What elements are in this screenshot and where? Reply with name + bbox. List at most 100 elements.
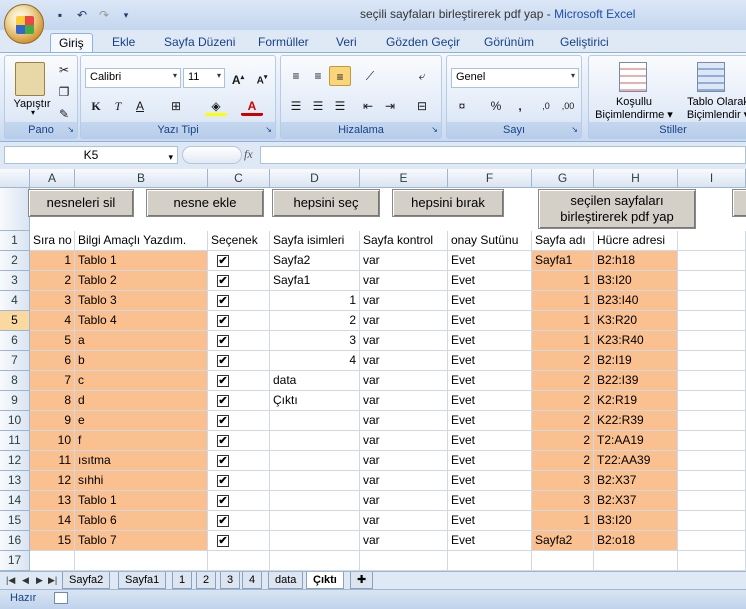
sira-no-cell[interactable]: 14 xyxy=(30,511,75,531)
formula-input[interactable] xyxy=(260,146,746,164)
sayfa-isimleri-cell[interactable]: Sayfa1 xyxy=(270,271,360,291)
align-right-icon[interactable]: ☰ xyxy=(329,96,351,116)
onay-cell[interactable]: Evet xyxy=(448,411,532,431)
sayfa-kontrol-cell[interactable]: var xyxy=(360,411,448,431)
hucre-adresi-cell[interactable]: T2:AA19 xyxy=(594,431,678,451)
onay-cell[interactable]: Evet xyxy=(448,451,532,471)
sira-no-cell[interactable]: 1 xyxy=(30,251,75,271)
cell[interactable] xyxy=(30,551,75,571)
delete-objects-button[interactable]: nesneleri sil xyxy=(28,189,134,217)
sayfa-isimleri-cell[interactable] xyxy=(270,411,360,431)
tab-sayfa-duzeni[interactable]: Sayfa Düzeni xyxy=(156,33,243,52)
office-button[interactable] xyxy=(4,4,44,44)
cell[interactable] xyxy=(532,551,594,571)
font-dialog-launcher-icon[interactable]: ↘ xyxy=(265,122,272,138)
sayfa-isimleri-cell[interactable]: 3 xyxy=(270,331,360,351)
align-middle-icon[interactable]: ≡ xyxy=(307,66,329,86)
onay-cell[interactable]: Evet xyxy=(448,291,532,311)
onay-cell[interactable]: Evet xyxy=(448,271,532,291)
hucre-adresi-cell[interactable]: K3:R20 xyxy=(594,311,678,331)
sayfa-kontrol-cell[interactable]: var xyxy=(360,391,448,411)
format-as-table-label[interactable]: Tablo OlarakBiçimlendir ▾ xyxy=(675,96,746,122)
cell[interactable] xyxy=(678,511,746,531)
wrap-text-icon[interactable]: ⤶ xyxy=(411,66,433,86)
onay-cell[interactable]: Evet xyxy=(448,251,532,271)
sayfa-adi-cell[interactable]: 1 xyxy=(532,311,594,331)
column-header-g[interactable]: G xyxy=(532,169,594,188)
sayfa-adi-cell[interactable]: 1 xyxy=(532,291,594,311)
checkbox[interactable]: ✔ xyxy=(217,275,229,287)
paste-icon[interactable] xyxy=(15,62,45,96)
hucre-adresi-cell[interactable]: B23:I40 xyxy=(594,291,678,311)
sira-no-cell[interactable]: 13 xyxy=(30,491,75,511)
sheet-tab-5[interactable]: 3 xyxy=(220,572,241,589)
hucre-adresi-cell[interactable]: B3:I20 xyxy=(594,511,678,531)
conditional-formatting-label[interactable]: Koşullu Biçimlendirme ▾ xyxy=(591,96,677,122)
sayfa-kontrol-cell[interactable]: var xyxy=(360,351,448,371)
checkbox[interactable]: ✔ xyxy=(217,455,229,467)
secenek-cell[interactable]: ✔ xyxy=(208,251,270,271)
sira-no-cell[interactable]: 2 xyxy=(30,271,75,291)
column-header-i[interactable]: I xyxy=(678,169,746,188)
cell[interactable] xyxy=(678,351,746,371)
hucre-adresi-cell[interactable]: K22:R39 xyxy=(594,411,678,431)
sayfa-adi-cell[interactable]: 2 xyxy=(532,391,594,411)
sira-no-cell[interactable]: 11 xyxy=(30,451,75,471)
sira-no-cell[interactable]: 6 xyxy=(30,351,75,371)
header-cell[interactable]: Sıra no xyxy=(30,231,75,251)
row-header-6[interactable]: 6 xyxy=(0,331,30,351)
cell[interactable] xyxy=(75,551,208,571)
spreadsheet-grid[interactable]: A B C D E F G H I 1 2 3 4 5 6 7 8 9 10 11 12 13 14 15 16 17 Sıra n… xyxy=(0,169,746,571)
secenek-cell[interactable]: ✔ xyxy=(208,471,270,491)
decrease-indent-icon[interactable]: ⇤ xyxy=(357,96,379,116)
secenek-cell[interactable]: ✔ xyxy=(208,351,270,371)
tab-gozden-gecir[interactable]: Gözden Geçir xyxy=(378,33,468,52)
sira-no-cell[interactable]: 8 xyxy=(30,391,75,411)
bilgi-cell[interactable]: Tablo 3 xyxy=(75,291,208,311)
checkbox[interactable]: ✔ xyxy=(217,535,229,547)
hucre-adresi-cell[interactable]: B2:X37 xyxy=(594,491,678,511)
sira-no-cell[interactable]: 10 xyxy=(30,431,75,451)
copy-icon[interactable]: ❐ xyxy=(53,82,75,102)
format-as-table-icon[interactable] xyxy=(697,62,725,92)
paste-dropdown-icon[interactable]: ▾ xyxy=(31,108,35,117)
merge-pdf-button[interactable]: seçilen sayfaları birleştirerek pdf yap xyxy=(538,189,696,229)
checkbox[interactable]: ✔ xyxy=(217,375,229,387)
undo-icon[interactable]: ↶ xyxy=(74,7,90,23)
currency-icon[interactable]: ¤ xyxy=(451,96,473,116)
cell[interactable] xyxy=(678,291,746,311)
sayfa-isimleri-cell[interactable] xyxy=(270,451,360,471)
cell[interactable] xyxy=(678,251,746,271)
tab-formuller[interactable]: Formüller xyxy=(250,33,317,52)
last-sheet-icon[interactable]: ▶| xyxy=(48,575,57,586)
row-header-13[interactable]: 13 xyxy=(0,471,30,491)
bilgi-cell[interactable]: a xyxy=(75,331,208,351)
first-sheet-icon[interactable]: |◀ xyxy=(6,575,15,586)
onay-cell[interactable]: Evet xyxy=(448,391,532,411)
bilgi-cell[interactable]: f xyxy=(75,431,208,451)
insert-sheet-icon[interactable]: ✚ xyxy=(350,572,374,589)
checkbox[interactable]: ✔ xyxy=(217,335,229,347)
sayfa-kontrol-cell[interactable]: var xyxy=(360,511,448,531)
sayfa-adi-cell[interactable]: 2 xyxy=(532,451,594,471)
row-header-10[interactable]: 10 xyxy=(0,411,30,431)
bilgi-cell[interactable]: d xyxy=(75,391,208,411)
sira-no-cell[interactable]: 9 xyxy=(30,411,75,431)
sayfa-kontrol-cell[interactable]: var xyxy=(360,531,448,551)
header-cell[interactable]: Sayfa kontrol xyxy=(360,231,448,251)
hucre-adresi-cell[interactable]: K23:R40 xyxy=(594,331,678,351)
onay-cell[interactable]: Evet xyxy=(448,311,532,331)
cell[interactable] xyxy=(678,391,746,411)
bilgi-cell[interactable]: Tablo 1 xyxy=(75,491,208,511)
sira-no-cell[interactable]: 4 xyxy=(30,311,75,331)
checkbox[interactable]: ✔ xyxy=(217,415,229,427)
bilgi-cell[interactable]: Tablo 2 xyxy=(75,271,208,291)
sayfa-isimleri-cell[interactable] xyxy=(270,431,360,451)
bilgi-cell[interactable]: e xyxy=(75,411,208,431)
formula-divider-handle[interactable] xyxy=(182,146,242,164)
comma-style-icon[interactable]: , xyxy=(509,96,531,116)
onay-cell[interactable]: Evet xyxy=(448,331,532,351)
column-header-b[interactable]: B xyxy=(75,169,208,188)
sayfa-kontrol-cell[interactable]: var xyxy=(360,371,448,391)
cell[interactable] xyxy=(594,551,678,571)
